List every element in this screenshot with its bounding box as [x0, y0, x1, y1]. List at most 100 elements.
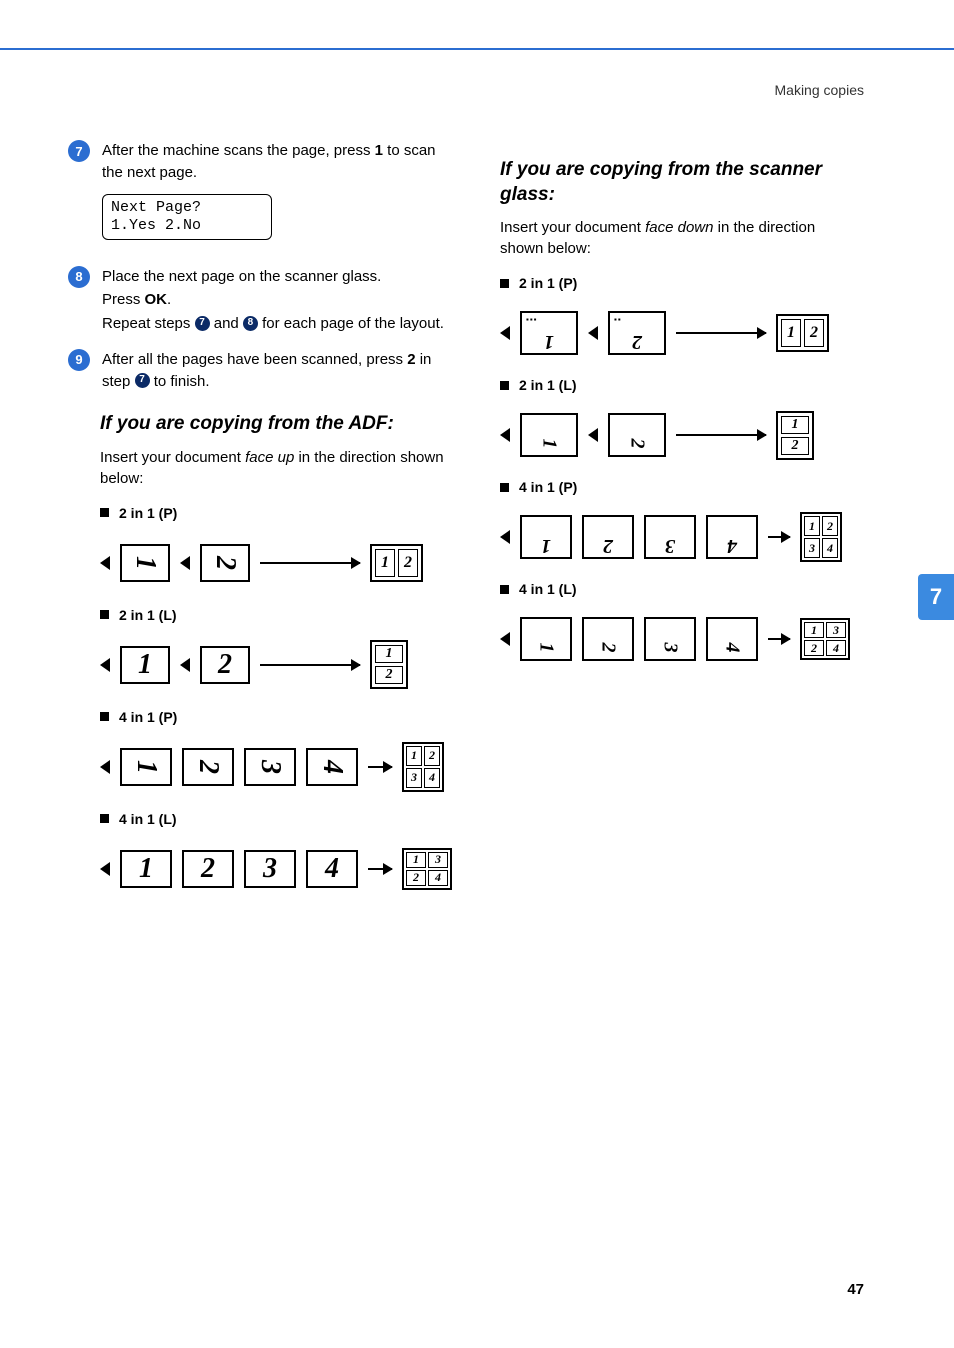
adf-heading: If you are copying from the ADF: — [100, 412, 460, 437]
result-cell: 1 — [781, 416, 809, 434]
glass-page-1: 1 — [520, 413, 578, 457]
arrow-icon — [260, 664, 360, 666]
glass-page-2: 2 — [608, 413, 666, 457]
step-8-line-2: Press OK. — [102, 289, 460, 311]
glass-page-2: 2 — [582, 515, 634, 559]
orig-page-1: 1 — [120, 748, 172, 786]
step-7-line: After the machine scans the page, press … — [102, 140, 460, 184]
result-cell: 1 — [375, 645, 403, 663]
direction-icon — [100, 556, 110, 570]
step-9-line: After all the pages have been scanned, p… — [102, 349, 460, 393]
scanner-heading: If you are copying from the scanner glas… — [500, 158, 860, 207]
orig-page-2: 2 — [182, 850, 234, 888]
arrow-icon — [768, 536, 790, 538]
bullet-square-icon — [500, 279, 509, 288]
result-cell: 1 — [406, 746, 422, 766]
lcd-line-1: Next Page? — [111, 199, 263, 217]
direction-icon — [500, 326, 510, 340]
result-cell: 2 — [398, 549, 418, 577]
bullet-square-icon — [500, 381, 509, 390]
page-number: 47 — [847, 1281, 864, 1298]
result-cell: 4 — [826, 640, 846, 656]
direction-icon — [100, 862, 110, 876]
orig-page-3: 3 — [244, 850, 296, 888]
diagram-sg-2p: ▪▪▪ 1 ▪▪ 2 1 2 — [500, 305, 860, 361]
result-cell: 3 — [804, 538, 820, 558]
diagram-adf-4l: 1 2 3 4 1 3 2 4 — [100, 841, 460, 897]
direction-icon — [500, 632, 510, 646]
ref-step-8-icon: 8 — [243, 316, 258, 331]
glass-page-3: 3 — [644, 617, 696, 661]
glass-page-3: 3 — [644, 515, 696, 559]
result-cell: 2 — [822, 516, 838, 536]
bullet-square-icon — [100, 610, 109, 619]
diagram-sg-2l: 1 2 1 2 — [500, 407, 860, 463]
result-4p: 1 2 3 4 — [800, 512, 842, 562]
direction-icon — [588, 326, 598, 340]
step-7-text: After the machine scans the page, press … — [102, 140, 460, 254]
layout-sg-4l-title: 4 in 1 (L) — [500, 581, 860, 597]
step-bullet-7: 7 — [68, 140, 90, 162]
layout-adf-4l-title: 4 in 1 (L) — [100, 811, 460, 827]
scanner-subhead: Insert your document face down in the di… — [500, 217, 860, 259]
orig-page-2: 2 — [182, 748, 234, 786]
diagram-adf-4p: 1 2 3 4 1 2 3 4 — [100, 739, 460, 795]
text-marks-icon: ▪▪▪ — [526, 315, 538, 324]
lcd-display: Next Page? 1.Yes 2.No — [102, 194, 272, 240]
step-bullet-9: 9 — [68, 349, 90, 371]
result-cell: 2 — [375, 666, 403, 684]
result-cell: 4 — [424, 768, 440, 788]
glass-page-1: ▪▪▪ 1 — [520, 311, 578, 355]
orig-page-4: 4 — [306, 850, 358, 888]
layout-adf-4p-title: 4 in 1 (P) — [100, 709, 460, 725]
text-marks-icon: ▪▪ — [614, 315, 622, 324]
result-4l: 1 3 2 4 — [800, 618, 850, 660]
result-cell: 1 — [781, 319, 801, 347]
result-cell: 3 — [428, 852, 448, 868]
direction-icon — [100, 658, 110, 672]
arrow-icon — [368, 868, 392, 870]
result-4l: 1 3 2 4 — [402, 848, 452, 890]
direction-icon — [180, 556, 190, 570]
ref-step-7-icon: 7 — [195, 316, 210, 331]
layout-adf-2l-title: 2 in 1 (L) — [100, 607, 460, 623]
orig-page-2: 2 — [200, 646, 250, 684]
direction-icon — [100, 760, 110, 774]
orig-page-1: 1 — [120, 850, 172, 888]
result-2p: 1 2 — [776, 314, 829, 352]
arrow-icon — [368, 766, 392, 768]
header-section: Making copies — [775, 82, 865, 98]
glass-page-4: 4 — [706, 515, 758, 559]
right-column: If you are copying from the scanner glas… — [500, 140, 860, 675]
glass-page-1: 1 — [520, 515, 572, 559]
result-cell: 2 — [781, 437, 809, 455]
result-cell: 2 — [804, 319, 824, 347]
step-8-line-1: Place the next page on the scanner glass… — [102, 266, 460, 288]
layout-adf-2p-title: 2 in 1 (P) — [100, 505, 460, 521]
result-cell: 2 — [804, 640, 824, 656]
result-cell: 3 — [406, 768, 422, 788]
glass-page-2: 2 — [582, 617, 634, 661]
orig-page-3: 3 — [244, 748, 296, 786]
layout-sg-2p-title: 2 in 1 (P) — [500, 275, 860, 291]
bullet-square-icon — [100, 712, 109, 721]
result-cell: 1 — [804, 516, 820, 536]
bullet-square-icon — [500, 483, 509, 492]
ref-step-7b-icon: 7 — [135, 373, 150, 388]
direction-icon — [500, 428, 510, 442]
diagram-adf-2l: 1 2 1 2 — [100, 637, 460, 693]
result-cell: 4 — [428, 870, 448, 886]
left-column: 7 After the machine scans the page, pres… — [100, 140, 460, 905]
orig-page-1: 1 — [120, 544, 170, 582]
diagram-adf-2p: 1 2 1 2 — [100, 535, 460, 591]
result-cell: 1 — [406, 852, 426, 868]
bullet-square-icon — [500, 585, 509, 594]
step-9-text: After all the pages have been scanned, p… — [102, 349, 460, 395]
bullet-square-icon — [100, 814, 109, 823]
glass-page-2: ▪▪ 2 — [608, 311, 666, 355]
step-bullet-8: 8 — [68, 266, 90, 288]
lcd-line-2: 1.Yes 2.No — [111, 217, 263, 235]
step-8-text: Place the next page on the scanner glass… — [102, 266, 460, 337]
header-rule — [0, 48, 954, 50]
diagram-sg-4p: 1 2 3 4 1 2 3 4 — [500, 509, 860, 565]
